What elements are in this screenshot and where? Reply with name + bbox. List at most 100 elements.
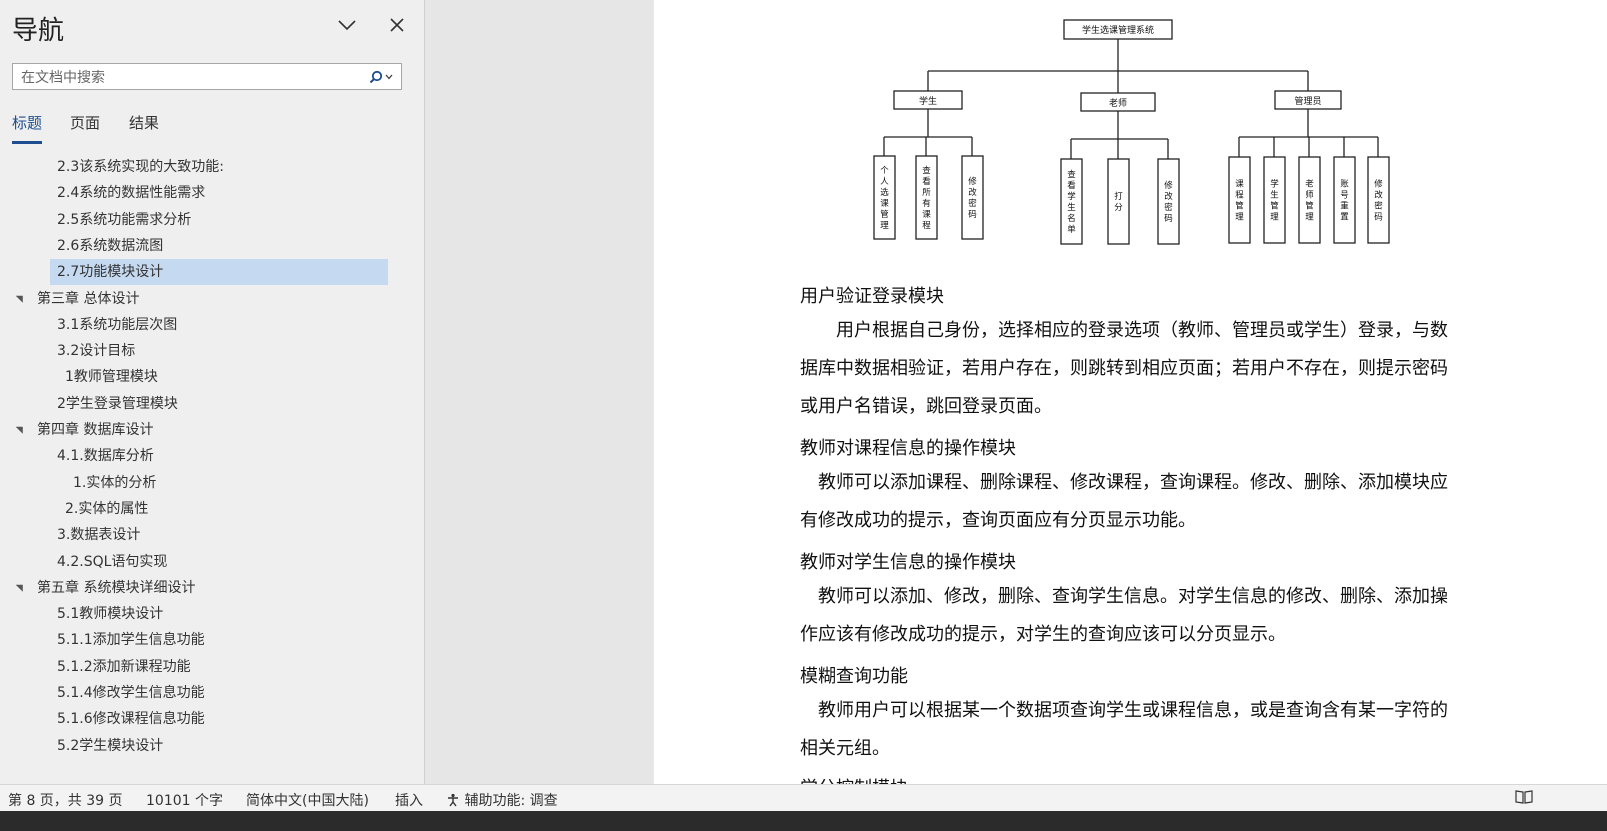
outline-item[interactable]: 5.1教师模块设计	[0, 601, 400, 627]
outline-item-label: 5.1.6修改课程信息功能	[57, 711, 205, 728]
leaf-node-char: 课	[1235, 179, 1244, 190]
page-count[interactable]: 第 8 页，共 39 页	[8, 790, 123, 810]
outline-item[interactable]: 5.1.6修改课程信息功能	[0, 706, 400, 732]
close-icon[interactable]	[384, 12, 410, 38]
outline-item-label: 1.实体的分析	[73, 474, 157, 491]
outline-item[interactable]: 2.5系统功能需求分析	[0, 207, 400, 233]
outline-item[interactable]: 5.1.2添加新课程功能	[0, 654, 400, 680]
taskbar-edge	[0, 811, 1607, 831]
leaf-node-char: 账	[1340, 180, 1349, 190]
outline-item-label: 3.数据表设计	[57, 527, 141, 544]
leaf-node-char: 看	[922, 176, 931, 187]
outline-item[interactable]: 2.6系统数据流图	[0, 233, 400, 259]
word-count[interactable]: 10101 个字	[146, 790, 223, 810]
leaf-node-char: 选	[880, 187, 889, 198]
paragraph-login: 用户根据自己身份，选择相应的登录选项（教师、管理员或学生）登录，与数据库中数据相…	[800, 320, 1448, 417]
leaf-node-char: 码	[1164, 214, 1173, 224]
accessibility-label: 辅助功能: 调查	[464, 793, 558, 809]
expand-collapse-icon[interactable]	[15, 423, 27, 434]
nav-title: 导航	[12, 16, 65, 46]
search-options-button[interactable]	[365, 67, 397, 87]
outline-item-label: 第三章 总体设计	[37, 290, 140, 307]
leaf-node-char: 课	[880, 198, 889, 209]
outline-item-label: 2.实体的属性	[65, 500, 149, 517]
paragraph-fuzzy-query: 教师用户可以根据某一个数据项查询学生或课程信息，或是查询含有某一字符的相关元组。	[800, 700, 1448, 759]
leaf-node-char: 管	[880, 209, 889, 220]
leaf-node-char: 学	[1270, 179, 1279, 190]
leaf-node-char: 查	[1067, 169, 1076, 180]
outline-item[interactable]: 3.2设计目标	[0, 338, 400, 364]
tab-results[interactable]: 结果	[129, 112, 159, 141]
search-icon	[369, 70, 383, 84]
navigation-pane: 导航 标题 页面 结果 2.3该系统实现的大致功能: 2.4系统的数据性能需求 2.…	[0, 0, 425, 811]
language-indicator[interactable]: 简体中文(中国大陆)	[246, 790, 369, 810]
leaf-node-char: 密	[1164, 202, 1173, 213]
outline-item-label: 4.2.SQL语句实现	[57, 553, 168, 570]
leaf-node-char: 有	[922, 198, 931, 209]
leaf-node-char: 师	[1305, 190, 1314, 201]
leaf-node-char: 生	[1067, 202, 1076, 213]
outline-item-label: 3.1系统功能层次图	[57, 316, 178, 333]
outline-item[interactable]: 1.实体的分析	[0, 470, 400, 496]
insert-mode[interactable]: 插入	[395, 790, 423, 810]
outline-item[interactable]: 第四章 数据库设计	[0, 417, 400, 443]
leaf-node-char: 密	[968, 198, 977, 209]
paragraph-student-ops: 教师可以添加、修改，删除、查询学生信息。对学生信息的修改、删除、添加操作应该有修…	[800, 586, 1448, 645]
root-node-label: 学生选课管理系统	[1082, 24, 1154, 36]
outline-item-label: 5.1.4修改学生信息功能	[57, 685, 205, 701]
outline-item[interactable]: 第五章 系统模块详细设计	[0, 575, 400, 601]
outline-item[interactable]: 5.2学生模块设计	[0, 733, 400, 759]
tab-headings[interactable]: 标题	[12, 112, 43, 144]
outline-item-label: 4.1.数据库分析	[57, 448, 154, 465]
document-page: 学生选课管理系统 学生个人选课管理查看所有课程修改密码老师查看学生名单打分修改密码…	[654, 0, 1607, 784]
expand-collapse-icon[interactable]	[15, 580, 27, 592]
outline-item[interactable]: 2学生登录管理模块	[0, 391, 400, 417]
outline-item-label: 2.3该系统实现的大致功能:	[57, 159, 224, 175]
leaf-node-char: 修	[1164, 180, 1173, 191]
leaf-node-char: 老	[1305, 179, 1314, 190]
outline-item-label: 5.1.1添加学生信息功能	[57, 632, 205, 649]
outline-item[interactable]: 2.实体的属性	[0, 496, 400, 522]
outline-item[interactable]: 2.7功能模块设计	[0, 259, 400, 286]
leaf-node-char: 理	[1305, 213, 1314, 223]
tab-pages[interactable]: 页面	[70, 112, 100, 141]
accessibility-icon	[448, 793, 458, 807]
nav-options-chevron-icon[interactable]	[334, 12, 360, 38]
outline-item-label: 第四章 数据库设计	[37, 422, 154, 438]
outline-item-label: 2.4系统的数据性能需求	[57, 185, 206, 202]
outline-item[interactable]: 5.1.4修改学生信息功能	[0, 680, 400, 706]
leaf-node-char: 分	[1114, 203, 1123, 213]
nav-splitter-area	[425, 0, 653, 811]
leaf-node-char: 学	[1067, 191, 1076, 202]
outline-item[interactable]: 1教师管理模块	[0, 364, 400, 390]
outline-item-label: 5.1教师模块设计	[57, 606, 164, 623]
outline-item[interactable]: 2.3该系统实现的大致功能:	[0, 154, 400, 180]
outline-item[interactable]: 4.2.SQL语句实现	[0, 549, 400, 575]
leaf-node-char: 理	[1270, 213, 1279, 223]
outline-item[interactable]: 5.1.1添加学生信息功能	[0, 627, 400, 653]
outline-item[interactable]: 4.1.数据库分析	[0, 443, 400, 469]
outline-item[interactable]: 3.数据表设计	[0, 522, 400, 548]
section-heading-login: 用户验证登录模块	[800, 286, 944, 307]
outline-item[interactable]: 第三章 总体设计	[0, 286, 400, 312]
leaf-node-char: 单	[1067, 224, 1076, 235]
outline-item[interactable]: 3.1系统功能层次图	[0, 312, 400, 338]
leaf-node-char: 看	[1067, 180, 1076, 191]
leaf-node-char: 改	[968, 187, 977, 198]
chevron-down-icon	[385, 74, 393, 80]
leaf-node-char: 程	[922, 221, 931, 231]
branch-node-label: 管理员	[1294, 95, 1321, 107]
outline-item-label: 3.2设计目标	[57, 343, 136, 360]
expand-collapse-icon[interactable]	[15, 291, 27, 303]
leaf-node-char: 理	[1235, 213, 1244, 223]
read-mode-icon[interactable]	[1515, 789, 1533, 809]
outline-item[interactable]: 2.4系统的数据性能需求	[0, 180, 400, 206]
leaf-node-char: 密	[1374, 201, 1383, 212]
accessibility-checker[interactable]: 辅助功能: 调查	[446, 790, 558, 810]
leaf-node-char: 人	[880, 177, 889, 187]
search-input[interactable]	[19, 66, 363, 89]
leaf-node-char: 个	[880, 166, 889, 176]
outline-item-label: 2.6系统数据流图	[57, 237, 164, 254]
outline-item-label: 2.5系统功能需求分析	[57, 211, 192, 228]
section-heading-fuzzy-query: 模糊查询功能	[800, 666, 908, 687]
